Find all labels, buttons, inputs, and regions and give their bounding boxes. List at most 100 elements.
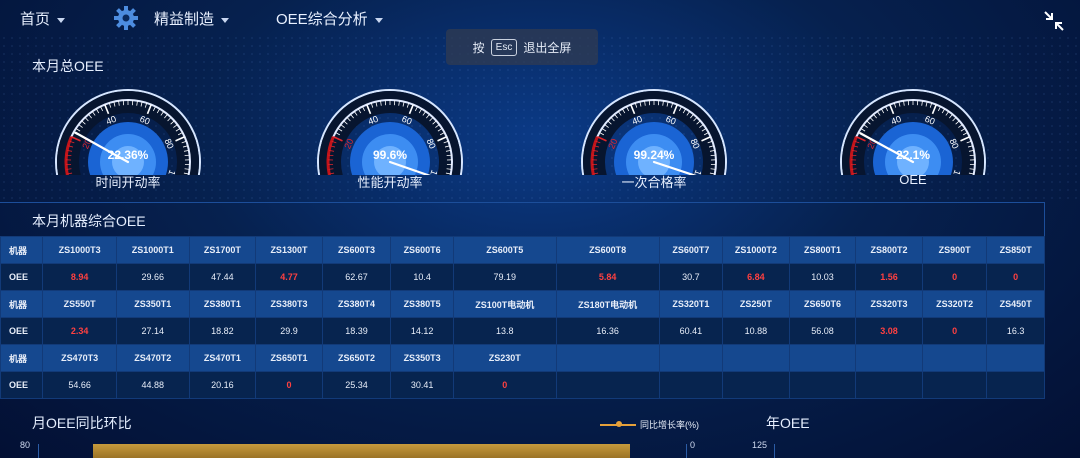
monthly-oee-bar[interactable] (93, 444, 630, 458)
oee-value-cell: 1.56 (855, 263, 923, 291)
machine-name-cell: ZS1000T2 (722, 236, 790, 264)
esc-hint-press: 按 (472, 40, 485, 55)
machine-name-cell: ZS380T3 (255, 290, 323, 318)
y-right-tick: 0 (690, 440, 696, 450)
oee-value-cell (986, 371, 1045, 399)
oee-value-row: OEE 8.94 29.66 47.44 4.77 62.67 10.4 79.19 5.84 3… (0, 263, 1045, 291)
chevron-down-icon (374, 17, 383, 23)
oee-row-header: OEE (0, 371, 44, 399)
oee-value-cell: 5.84 (555, 263, 660, 291)
y-axis-right-line (686, 444, 687, 458)
machine-name-cell: ZS550T (42, 290, 117, 318)
oee-value-cell: 54.66 (42, 371, 117, 399)
gauge-label: 一次合格率 (621, 175, 687, 190)
machine-name-cell (921, 344, 988, 372)
machine-name-cell: ZS320T3 (855, 290, 923, 318)
oee-value-cell: 16.36 (555, 317, 660, 345)
machine-name-cell: ZS350T3 (390, 344, 454, 372)
chevron-down-icon (57, 17, 66, 23)
machine-name-cell: ZS600T7 (658, 236, 724, 264)
oee-value-cell: 0 (452, 371, 557, 399)
gear-icon[interactable] (113, 5, 139, 31)
machine-name-cell: ZS600T6 (390, 236, 454, 264)
machine-name-cell (555, 344, 660, 372)
machine-name-cell (855, 344, 923, 372)
esc-key-badge: Esc (490, 38, 518, 56)
oee-value-cell (658, 371, 724, 399)
gauge-label: 时间开动率 (95, 175, 161, 190)
exit-fullscreen-icon[interactable] (1043, 10, 1065, 32)
oee-value-cell: 10.03 (788, 263, 857, 291)
machine-name-cell: ZS470T3 (42, 344, 117, 372)
nav-home[interactable]: 首页 (20, 8, 66, 29)
monthly-oee-title: 本月总OEE (32, 58, 104, 74)
machine-name-cell: ZS250T (722, 290, 790, 318)
machine-name-cell: ZS1700T (188, 236, 257, 264)
gauge-time-utilization: 020406080100 22.36% 时间开动率 (53, 80, 203, 190)
nav-lean-manufacturing[interactable]: 精益制造 (154, 8, 230, 29)
oee-value-cell: 60.41 (658, 317, 724, 345)
machine-oee-title: 本月机器综合OEE (32, 213, 146, 229)
machine-name-cell (986, 344, 1045, 372)
gauge-performance: 020406080100 99.6% 性能开动率 (315, 80, 465, 190)
esc-hint-overlay: 按 Esc 退出全屏 (446, 29, 598, 65)
oee-value-cell: 2.34 (42, 317, 117, 345)
year-y-tick: 125 (752, 440, 768, 450)
oee-value-cell: 29.66 (115, 263, 190, 291)
machine-name-cell: ZS800T2 (855, 236, 923, 264)
legend-dot-marker (616, 421, 622, 427)
oee-value-row: OEE 54.66 44.88 20.16 0 25.34 30.41 0 (0, 371, 1045, 399)
legend-label[interactable]: 同比增长率(%) (640, 418, 699, 431)
machine-name-cell: ZS600T3 (321, 236, 392, 264)
machine-row-header: 机器 (0, 236, 44, 264)
machine-name-cell: ZS600T5 (452, 236, 557, 264)
esc-hint-action: 退出全屏 (523, 40, 572, 55)
oee-value-cell: 10.4 (390, 263, 454, 291)
oee-value-cell: 0 (921, 263, 988, 291)
nav-lean-label: 精益制造 (154, 11, 215, 28)
oee-value-cell: 62.67 (321, 263, 392, 291)
oee-value-cell: 4.77 (255, 263, 323, 291)
machine-row-header: 机器 (0, 290, 44, 318)
machine-name-cell: ZS230T (452, 344, 557, 372)
gauge-label: 性能开动率 (357, 175, 423, 190)
oee-value-cell (921, 371, 988, 399)
oee-value-cell: 16.3 (986, 317, 1045, 345)
machine-name-cell (658, 344, 724, 372)
machine-name-cell: ZS650T6 (788, 290, 857, 318)
machine-name-cell: ZS850T (986, 236, 1045, 264)
machine-oee-table: 机器 ZS1000T3 ZS1000T1 ZS1700T ZS1300T ZS600T3 Z… (0, 236, 1045, 399)
machine-row: 机器 ZS470T3 ZS470T2 ZS470T1 ZS650T1 ZS650T2 ZS3… (0, 344, 1045, 372)
oee-value-cell (722, 371, 790, 399)
gauge-value: 99.6% (372, 148, 408, 162)
oee-value-cell: 18.39 (321, 317, 392, 345)
gauge-value: 22.36% (107, 148, 149, 162)
oee-value-row: OEE 2.34 27.14 18.82 29.9 18.39 14.12 13.8 16.36… (0, 317, 1045, 345)
machine-name-cell: ZS180T电动机 (555, 290, 660, 318)
oee-value-cell: 20.16 (188, 371, 257, 399)
yearly-oee-title: 年OEE (766, 415, 810, 431)
chevron-down-icon (221, 17, 230, 23)
gauge-value: 99.24% (633, 148, 675, 162)
oee-value-cell: 0 (921, 317, 988, 345)
nav-oee-analysis[interactable]: OEE综合分析 (276, 8, 383, 29)
machine-name-cell: ZS380T1 (188, 290, 257, 318)
oee-row-header: OEE (0, 263, 44, 291)
oee-value-cell: 6.84 (722, 263, 790, 291)
machine-name-cell: ZS1300T (255, 236, 323, 264)
gauge-oee: 020406080100 22.1% OEE (838, 80, 988, 190)
machine-name-cell: ZS380T4 (321, 290, 392, 318)
oee-value-cell: 47.44 (188, 263, 257, 291)
oee-value-cell: 29.9 (255, 317, 323, 345)
oee-value-cell (555, 371, 660, 399)
oee-value-cell: 18.82 (188, 317, 257, 345)
year-y-axis-line (774, 444, 775, 458)
nav-oee-label: OEE综合分析 (276, 11, 368, 28)
machine-name-cell: ZS900T (921, 236, 988, 264)
oee-value-cell: 44.88 (115, 371, 190, 399)
oee-value-cell (788, 371, 857, 399)
machine-name-cell: ZS1000T3 (42, 236, 117, 264)
y-axis-line (38, 444, 39, 458)
machine-name-cell: ZS800T1 (788, 236, 857, 264)
oee-value-cell: 8.94 (42, 263, 117, 291)
